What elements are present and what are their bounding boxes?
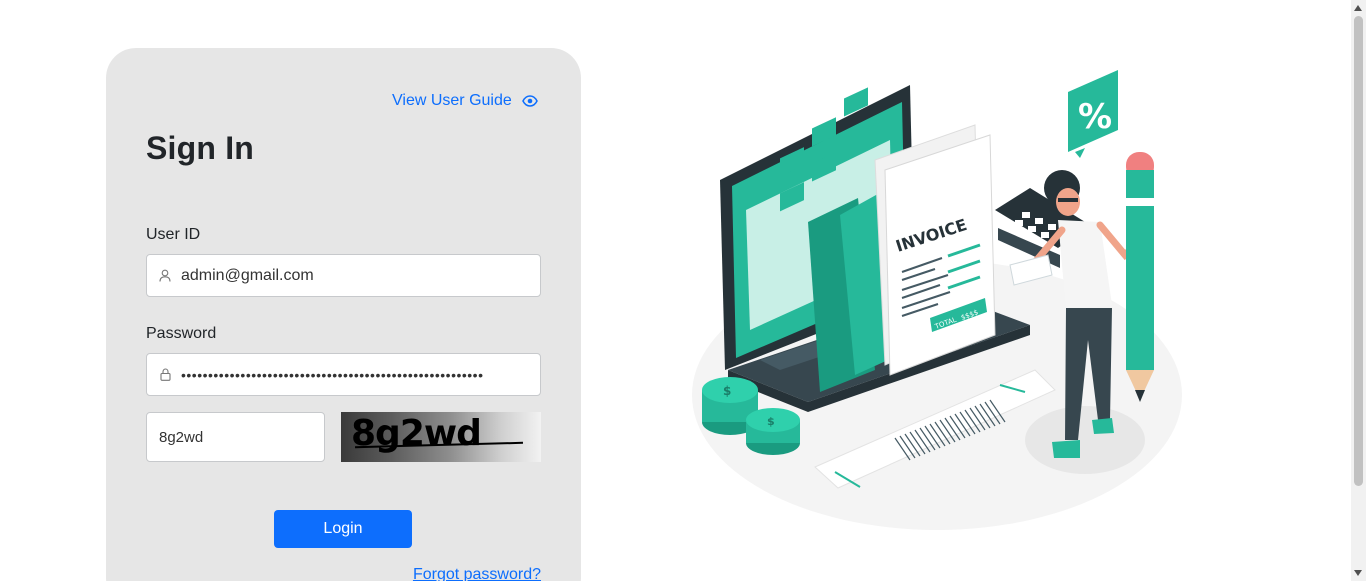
- user-icon: [147, 255, 181, 296]
- lock-icon: [147, 354, 181, 395]
- percent-text: %: [1078, 97, 1112, 137]
- user-id-label: User ID: [146, 226, 201, 243]
- view-user-guide-link[interactable]: View User Guide: [392, 92, 538, 110]
- user-id-field[interactable]: [146, 254, 541, 297]
- password-label: Password: [146, 325, 217, 342]
- page-title: Sign In: [146, 130, 255, 166]
- forgot-password-link[interactable]: Forgot password?: [413, 566, 541, 581]
- captcha-image: 8g2wd: [341, 412, 541, 462]
- page-scrollbar[interactable]: [1351, 0, 1366, 581]
- eye-icon: [521, 95, 538, 107]
- invoice-illustration: INVOICE TOTAL $$$$ $ $ %: [692, 70, 1182, 530]
- scroll-down-arrow-icon[interactable]: [1354, 570, 1362, 576]
- user-id-input[interactable]: [181, 255, 531, 296]
- scroll-up-arrow-icon[interactable]: [1354, 5, 1362, 11]
- svg-text:$: $: [723, 384, 731, 398]
- password-input[interactable]: [181, 354, 531, 395]
- scrollbar-thumb[interactable]: [1354, 16, 1363, 486]
- view-user-guide-label: View User Guide: [392, 92, 512, 109]
- password-field[interactable]: [146, 353, 541, 396]
- login-button[interactable]: Login: [274, 510, 412, 548]
- captcha-field[interactable]: [146, 412, 325, 462]
- svg-text:$: $: [767, 415, 775, 428]
- login-page: View User Guide Sign In User ID Password: [0, 0, 1366, 581]
- pencil-illustration: [1126, 152, 1154, 402]
- invoice-document: INVOICE TOTAL $$$$: [874, 124, 996, 376]
- captcha-input[interactable]: [159, 428, 319, 446]
- captcha-image-text: 8g2wd: [351, 413, 482, 454]
- percent-badge: %: [1068, 70, 1118, 158]
- login-card: View User Guide Sign In User ID Password: [106, 48, 581, 581]
